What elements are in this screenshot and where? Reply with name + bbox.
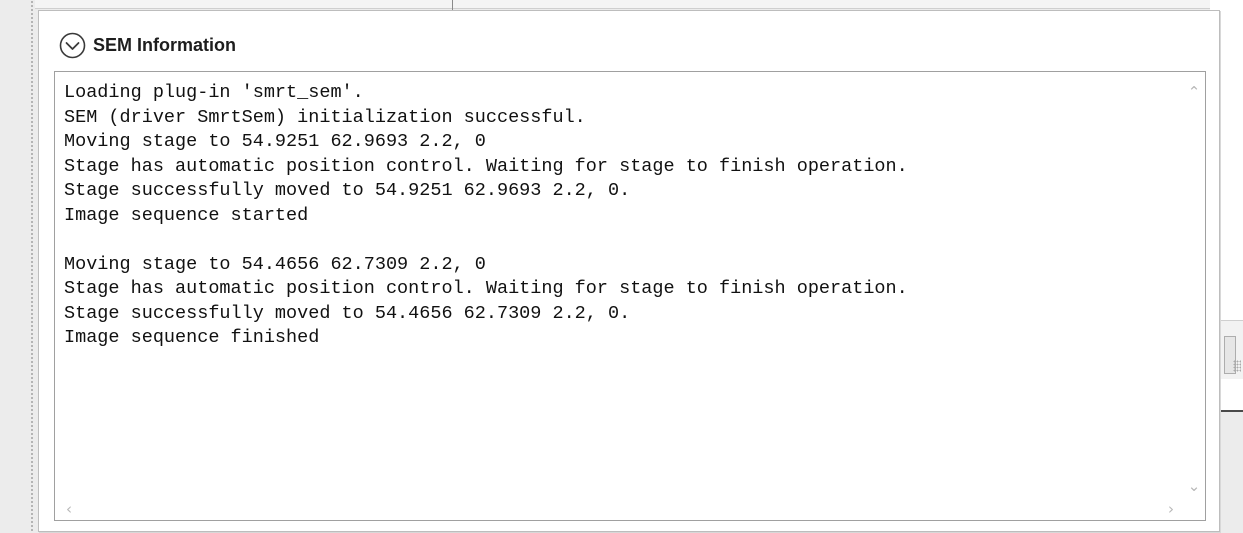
vertical-scrollbar[interactable]: ⌃ ⌄ bbox=[1183, 72, 1205, 498]
resize-grip-icon[interactable] bbox=[1233, 360, 1241, 372]
log-line: Stage has automatic position control. Wa… bbox=[64, 155, 908, 177]
log-line: Stage successfully moved to 54.9251 62.9… bbox=[64, 180, 631, 201]
chevron-down-circle-icon[interactable] bbox=[59, 32, 86, 59]
log-line bbox=[64, 228, 908, 253]
log-line: Moving stage to 54.9251 62.9693 2.2, 0 bbox=[64, 131, 486, 152]
log-line: Stage has automatic position control. Wa… bbox=[64, 278, 908, 299]
log-line: SEM (driver SmrtSem) initialization succ… bbox=[64, 106, 586, 128]
chevron-down-icon[interactable]: ⌄ bbox=[1186, 478, 1202, 494]
panel-header: SEM Information bbox=[39, 11, 1219, 71]
log-line: Loading plug-in 'smrt_sem'. bbox=[64, 82, 364, 103]
chevron-left-icon[interactable]: ‹ bbox=[61, 501, 77, 517]
panel-splitter-handle[interactable] bbox=[30, 0, 35, 533]
log-line: Stage successfully moved to 54.4656 62.7… bbox=[64, 302, 631, 324]
top-pane-edge bbox=[35, 0, 1215, 9]
chevron-up-icon[interactable]: ⌃ bbox=[1186, 84, 1202, 100]
scrollbar-corner bbox=[1183, 498, 1205, 520]
panel-title: SEM Information bbox=[93, 35, 236, 55]
chevron-right-icon[interactable]: › bbox=[1163, 501, 1179, 517]
log-line: Moving stage to 54.4656 62.7309 2.2, 0 bbox=[64, 253, 486, 275]
horizontal-scrollbar[interactable]: ‹ › bbox=[55, 498, 1183, 520]
log-text-area[interactable]: Loading plug-in 'smrt_sem'. SEM (driver S… bbox=[54, 71, 1206, 521]
log-line: Image sequence finished bbox=[64, 327, 320, 348]
window-root: SEM Information Loading plug-in 'smrt_se… bbox=[0, 0, 1243, 533]
log-line: Image sequence started bbox=[64, 204, 309, 226]
log-lines: Loading plug-in 'smrt_sem'. SEM (driver S… bbox=[64, 81, 908, 351]
sem-information-panel: SEM Information Loading plug-in 'smrt_se… bbox=[38, 10, 1220, 532]
top-pane-divider bbox=[452, 0, 453, 10]
